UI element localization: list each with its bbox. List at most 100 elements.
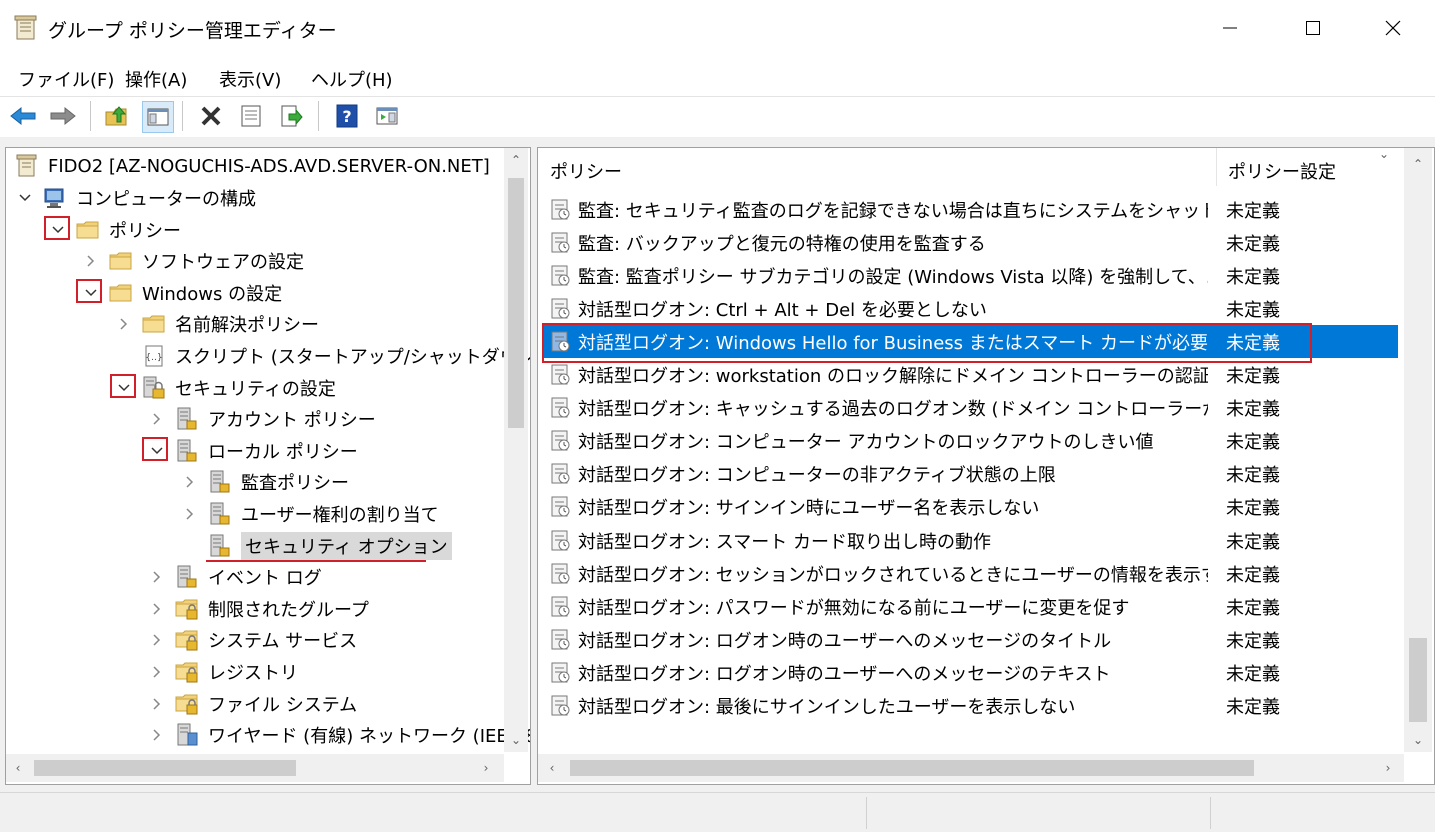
scroll-up-arrow-icon[interactable]: ⌃ [1404,152,1432,176]
tree-item-label: アカウント ポリシー [208,410,376,432]
column-header-policy[interactable]: ポリシー [550,158,622,184]
list-row[interactable]: 監査: セキュリティ監査のログを記録できない場合は直ちにシステムをシャットダ… 未… [542,193,1398,226]
column-header-setting[interactable]: ポリシー設定 [1228,158,1336,184]
policy-setting-icon [550,596,572,618]
collapse-chevron-icon[interactable] [146,693,168,715]
list-row[interactable]: 対話型ログオン: キャッシュする過去のログオン数 (ドメイン コントローラーが使… [542,392,1398,425]
tree-item[interactable]: {..} スクリプト (スタートアップ/シャットダウン) [113,341,530,371]
list-row[interactable]: 対話型ログオン: サインイン時にユーザー名を表示しない 未定義 [542,491,1398,524]
list-row[interactable]: 対話型ログオン: コンピューター アカウントのロックアウトのしきい値 未定義 [542,425,1398,458]
collapse-chevron-icon[interactable] [179,503,201,525]
list-row[interactable]: 対話型ログオン: 最後にサインインしたユーザーを表示しない 未定義 [542,690,1398,723]
tree-item[interactable]: イベント ログ [146,562,322,592]
policy-setting-icon [550,463,572,485]
scroll-right-arrow-icon[interactable]: › [474,754,498,782]
collapse-chevron-icon[interactable] [113,313,135,335]
list-row[interactable]: 対話型ログオン: ログオン時のユーザーへのメッセージのテキスト 未定義 [542,656,1398,689]
tree-item[interactable]: システム サービス [146,625,357,655]
collapse-chevron-icon[interactable] [146,629,168,651]
tree-item-label: Windows の設定 [142,283,283,305]
policy-setting-icon [550,265,572,287]
no-expander [113,345,135,367]
scroll-down-arrow-icon[interactable]: ⌄ [504,728,528,752]
show-action-pane-icon[interactable] [372,101,402,131]
tree-item[interactable]: アカウント ポリシー [146,404,376,434]
policy-name: 対話型ログオン: セッションがロックされているときにユーザーの情報を表示する [578,564,1208,586]
policy-setting-icon [550,629,572,651]
minimize-button[interactable] [1200,8,1260,48]
forward-icon[interactable] [48,101,78,131]
help-icon[interactable]: ? [332,101,362,131]
policy-icon [207,502,233,526]
tree-item[interactable]: 監査ポリシー [179,467,349,497]
scroll-left-arrow-icon[interactable]: ‹ [538,754,566,782]
list-row[interactable]: 対話型ログオン: セッションがロックされているときにユーザーの情報を表示する 未定… [542,557,1398,590]
list-row[interactable]: 対話型ログオン: ログオン時のユーザーへのメッセージのタイトル 未定義 [542,623,1398,656]
scroll-left-arrow-icon[interactable]: ‹ [6,754,30,782]
list-vertical-scrollbar[interactable]: ⌃ ⌄ [1404,148,1432,752]
menu-help[interactable]: ヘルプ(H) [311,66,393,92]
tree-item-label: レジストリ [208,663,298,684]
folder-icon [108,249,134,273]
tree-item[interactable]: Windows の設定 [80,278,282,308]
tree-item[interactable]: ワイヤード (有線) ネットワーク (IEEE 8 [146,720,530,750]
scroll-thumb[interactable] [1409,638,1427,722]
list-row[interactable]: 対話型ログオン: workstation のロック解除にドメイン コントローラー… [542,359,1398,392]
list-row[interactable]: 対話型ログオン: スマート カード取り出し時の動作 未定義 [542,524,1398,557]
scroll-up-arrow-icon[interactable]: ⌃ [504,148,528,172]
policy-name: 対話型ログオン: パスワードが無効になる前にユーザーに変更を促す [578,597,1130,619]
tree-item[interactable]: ローカル ポリシー [146,436,358,466]
tree-item[interactable]: セキュリティの設定 [113,373,336,403]
properties-icon[interactable] [236,101,266,131]
collapse-chevron-icon[interactable] [146,724,168,746]
menu-action[interactable]: 操作(A) [125,66,187,92]
maximize-button[interactable] [1283,8,1343,48]
close-button[interactable] [1363,8,1423,48]
policy-setting-value: 未定義 [1226,564,1280,586]
collapse-chevron-icon[interactable] [179,471,201,493]
policy-icon [174,439,200,463]
menu-view[interactable]: 表示(V) [219,66,281,92]
scroll-thumb[interactable] [34,760,296,776]
tree-item[interactable]: ファイル システム [146,689,357,719]
tree-item[interactable]: 名前解決ポリシー [113,309,319,339]
list-horizontal-scrollbar[interactable]: ‹ › [538,754,1404,782]
show-hide-tree-icon[interactable] [142,101,174,133]
tree-item-label: コンピューターの構成 [76,189,256,210]
scroll-down-arrow-icon[interactable]: ⌄ [1404,728,1432,752]
scroll-right-arrow-icon[interactable]: › [1374,754,1402,782]
menu-file[interactable]: ファイル(F) [18,66,114,92]
tree-item[interactable]: ユーザー権利の割り当て [179,499,439,529]
list-row[interactable]: 対話型ログオン: パスワードが無効になる前にユーザーに変更を促す 未定義 [542,590,1398,623]
list-row[interactable]: 監査: バックアップと復元の特権の使用を監査する 未定義 [542,226,1398,259]
tree-item[interactable]: 制限されたグループ [146,594,369,624]
expand-chevron-icon[interactable] [14,187,36,209]
collapse-chevron-icon[interactable] [146,566,168,588]
list-row[interactable]: 対話型ログオン: Ctrl + Alt + Del を必要としない 未定義 [542,292,1398,325]
tree-item[interactable]: レジストリ [146,657,298,687]
svg-text:{..}: {..} [145,353,162,363]
scroll-thumb[interactable] [508,178,524,428]
policy-name: 対話型ログオン: Ctrl + Alt + Del を必要としない [578,299,987,321]
policy-setting-value: 未定義 [1226,531,1280,553]
list-row[interactable]: 対話型ログオン: コンピューターの非アクティブ状態の上限 未定義 [542,458,1398,491]
folder-icon [108,281,134,305]
back-icon[interactable] [8,101,38,131]
collapse-chevron-icon[interactable] [146,598,168,620]
no-expander [179,535,201,557]
delete-icon[interactable] [196,101,226,131]
tree-item[interactable]: コンピューターの構成 [14,183,256,213]
list-row[interactable]: 監査: 監査ポリシー サブカテゴリの設定 (Windows Vista 以降) … [542,259,1398,292]
collapse-chevron-icon[interactable] [80,250,102,272]
svg-text:?: ? [342,107,351,126]
collapse-chevron-icon[interactable] [146,661,168,683]
tree-vertical-scrollbar[interactable]: ⌃ ⌄ [504,148,528,752]
tree-root[interactable]: FIDO2 [AZ-NOGUCHIS-ADS.AVD.SERVER-ON.NET… [14,151,490,181]
tree-item[interactable]: セキュリティ オプション [179,531,452,561]
scroll-thumb[interactable] [570,760,1254,776]
collapse-chevron-icon[interactable] [146,408,168,430]
up-folder-icon[interactable] [102,101,132,131]
tree-item[interactable]: ソフトウェアの設定 [80,246,304,276]
export-list-icon[interactable] [276,101,306,131]
tree-horizontal-scrollbar[interactable]: ‹ › [6,754,504,782]
